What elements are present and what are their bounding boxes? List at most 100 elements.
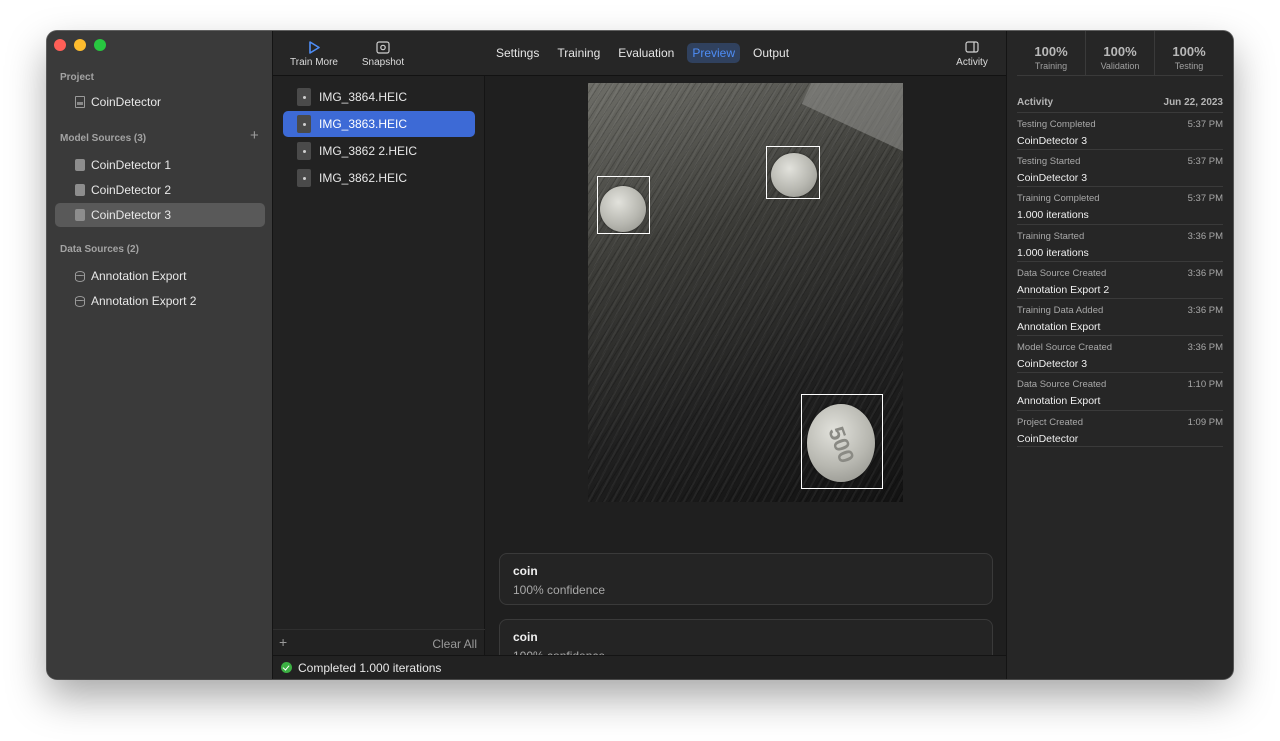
database-icon xyxy=(75,270,85,282)
list-item[interactable]: IMG_3862 2.HEIC xyxy=(283,138,475,164)
list-item: Testing Completed 5:37 PM CoinDetector 3 xyxy=(1017,112,1223,149)
file-name: IMG_3862.HEIC xyxy=(319,171,408,185)
detection-label: coin xyxy=(513,630,538,644)
toolbar: Train More Snapshot Settings Training Ev… xyxy=(273,31,1006,76)
metric-value: 100% xyxy=(1172,44,1206,59)
activity-subject: CoinDetector 3 xyxy=(1017,135,1088,147)
metric-training: 100% Training xyxy=(1017,31,1085,75)
list-item: Data Source Created 1:10 PM Annotation E… xyxy=(1017,372,1223,409)
metric-validation: 100% Validation xyxy=(1085,31,1154,75)
snapshot-button[interactable]: Snapshot xyxy=(360,41,406,68)
detection-box[interactable] xyxy=(766,146,820,199)
list-item: Project Created 1:09 PM CoinDetector xyxy=(1017,409,1223,447)
detection-box[interactable] xyxy=(597,176,650,234)
list-item[interactable]: IMG_3862.HEIC xyxy=(283,165,475,191)
train-more-label: Train More xyxy=(290,57,338,68)
minimize-window-button[interactable] xyxy=(74,39,86,51)
close-window-button[interactable] xyxy=(54,39,66,51)
sidebar-item-label: CoinDetector 2 xyxy=(91,183,172,197)
activity-time: 5:37 PM xyxy=(1187,193,1223,205)
sidebar-item-model-1[interactable]: CoinDetector 1 xyxy=(55,153,265,177)
tab-preview[interactable]: Preview xyxy=(687,43,741,63)
activity-title: Activity xyxy=(1017,97,1054,108)
activity-subject: Annotation Export xyxy=(1017,395,1101,408)
activity-time: 5:37 PM xyxy=(1187,119,1223,130)
activity-subject: CoinDetector xyxy=(1017,432,1079,445)
data-sources-header: Data Sources (2) xyxy=(60,244,139,255)
model-icon xyxy=(75,209,85,221)
sidebar-item-model-3[interactable]: CoinDetector 3 xyxy=(55,203,265,227)
list-item: Training Started 3:36 PM 1.000 iteration… xyxy=(1017,223,1223,261)
sidebar-item-model-2[interactable]: CoinDetector 2 xyxy=(55,178,265,202)
snapshot-icon xyxy=(360,41,406,57)
image-highlight xyxy=(801,83,903,155)
sidebar-item-label: Annotation Export xyxy=(91,269,187,283)
tab-settings[interactable]: Settings xyxy=(491,43,544,63)
file-list-footer: + Clear All xyxy=(273,629,485,655)
detection-result-card[interactable]: coin 100% confidence xyxy=(499,553,993,605)
snapshot-label: Snapshot xyxy=(361,57,405,68)
image-thumbnail xyxy=(297,142,311,160)
list-item: Data Source Created 3:36 PM Annotation E… xyxy=(1017,260,1223,298)
model-icon xyxy=(75,184,85,196)
clear-all-button[interactable]: Clear All xyxy=(432,637,477,651)
app-window: Project CoinDetector Model Sources (3) +… xyxy=(47,31,1233,679)
image-thumbnail xyxy=(297,169,311,187)
sidebar-item-label: CoinDetector xyxy=(91,95,162,109)
activity-subject: 1.000 iterations xyxy=(1017,246,1089,259)
list-item[interactable]: IMG_3863.HEIC xyxy=(283,111,475,137)
list-item: Testing Started 5:37 PM CoinDetector 3 xyxy=(1017,149,1223,186)
activity-time: 3:36 PM xyxy=(1187,342,1223,354)
image-thumbnail xyxy=(297,115,311,133)
model-icon xyxy=(75,159,85,171)
sidebar-item-data-source-1[interactable]: Annotation Export xyxy=(55,264,265,288)
activity-subject: Annotation Export 2 xyxy=(1017,283,1110,296)
activity-date: Jun 22, 2023 xyxy=(1163,97,1223,108)
add-model-source-button[interactable]: + xyxy=(250,128,259,143)
metric-label: Testing xyxy=(1174,61,1204,71)
file-name: IMG_3862 2.HEIC xyxy=(319,144,418,158)
metric-value: 100% xyxy=(1034,44,1068,59)
activity-time: 1:10 PM xyxy=(1187,379,1223,391)
list-item[interactable]: IMG_3864.HEIC xyxy=(283,84,475,110)
train-more-button[interactable]: Train More xyxy=(289,41,339,68)
sidebar-item-label: CoinDetector 3 xyxy=(91,208,172,222)
list-item: Training Data Added 3:36 PM Annotation E… xyxy=(1017,297,1223,335)
sidebar: Project CoinDetector Model Sources (3) +… xyxy=(47,31,273,679)
activity-label: Activity xyxy=(956,57,988,68)
activity-time: 3:36 PM xyxy=(1187,267,1223,279)
tab-training[interactable]: Training xyxy=(552,43,605,63)
project-header: Project xyxy=(60,72,94,83)
detection-label: coin xyxy=(513,564,538,578)
metrics-summary: 100% Training 100% Validation 100% Testi… xyxy=(1017,31,1223,76)
sidebar-item-data-source-2[interactable]: Annotation Export 2 xyxy=(55,289,265,313)
add-image-button[interactable]: + xyxy=(279,634,287,650)
activity-subject: CoinDetector 3 xyxy=(1017,172,1088,185)
detection-box[interactable] xyxy=(801,394,883,489)
sidebar-item-label: Annotation Export 2 xyxy=(91,294,197,308)
tab-bar: Settings Training Evaluation Preview Out… xyxy=(491,43,794,63)
tab-evaluation[interactable]: Evaluation xyxy=(613,43,679,63)
list-item: Model Source Created 3:36 PM CoinDetecto… xyxy=(1017,335,1223,372)
status-bar: Completed 1.000 iterations xyxy=(273,655,1006,679)
file-name: IMG_3864.HEIC xyxy=(319,90,408,104)
preview-pane: 500 coin 100% confidence coin 100% confi… xyxy=(485,76,1006,671)
detection-confidence: 100% confidence xyxy=(513,583,606,597)
image-thumbnail xyxy=(297,88,311,106)
activity-time: 5:37 PM xyxy=(1187,156,1223,168)
window-controls xyxy=(54,39,106,51)
activity-subject: CoinDetector 3 xyxy=(1017,358,1088,371)
tab-output[interactable]: Output xyxy=(748,43,794,63)
activity-button[interactable]: Activity xyxy=(947,41,997,68)
play-icon xyxy=(289,41,339,57)
sidebar-item-project[interactable]: CoinDetector xyxy=(55,90,265,114)
sidebar-item-label: CoinDetector 1 xyxy=(91,158,172,172)
activity-panel: Activity 100% Training 100% Validation 1… xyxy=(956,31,1233,679)
activity-header: Activity Jun 22, 2023 xyxy=(1017,97,1223,108)
activity-time: 1:09 PM xyxy=(1187,416,1223,428)
sidebar-right-icon xyxy=(947,41,997,57)
metric-label: Validation xyxy=(1100,61,1140,71)
document-icon xyxy=(75,96,85,108)
metric-value: 100% xyxy=(1103,44,1137,59)
zoom-window-button[interactable] xyxy=(94,39,106,51)
